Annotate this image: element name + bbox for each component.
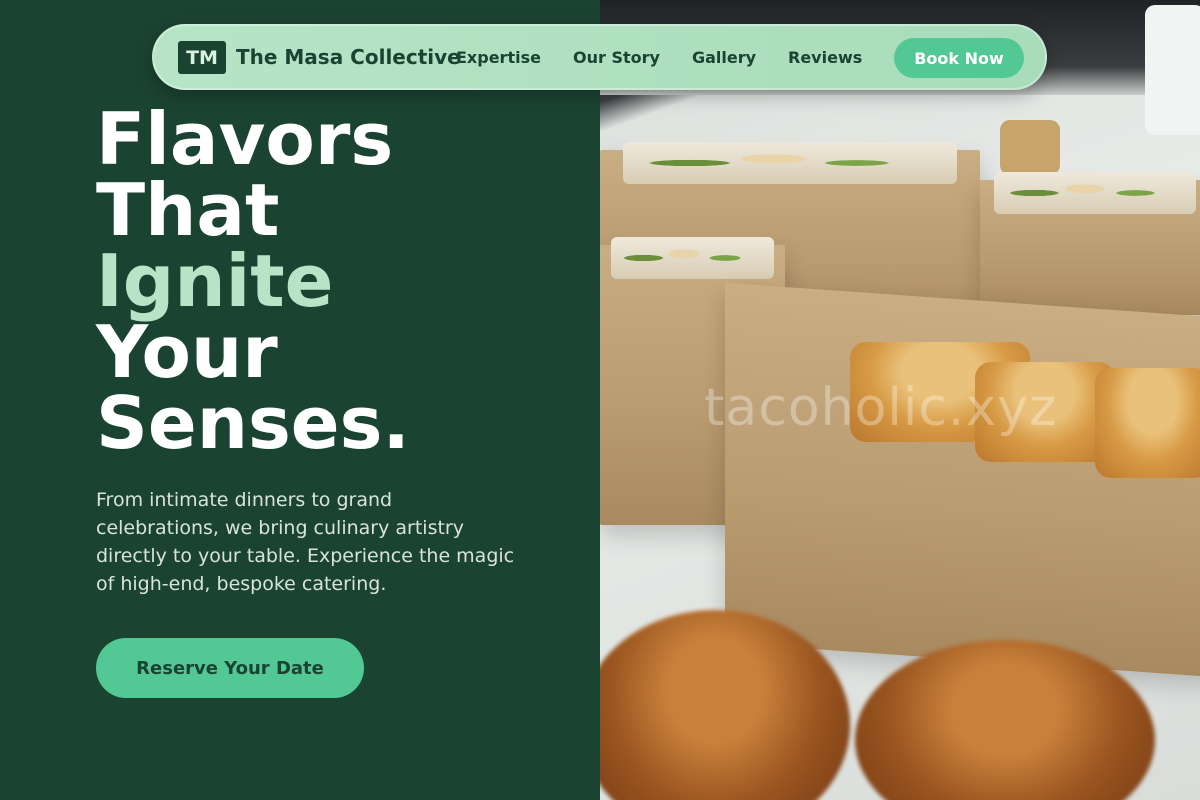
photo-cup bbox=[1000, 120, 1060, 175]
nav-link-reviews[interactable]: Reviews bbox=[788, 48, 862, 67]
headline-line-5: Senses. bbox=[96, 381, 410, 465]
nav-link-expertise[interactable]: Expertise bbox=[456, 48, 541, 67]
top-navbar: TM The Masa Collective Expertise Our Sto… bbox=[152, 24, 1047, 90]
headline-line-3-accent: Ignite bbox=[96, 239, 334, 323]
brand-name[interactable]: The Masa Collective bbox=[236, 45, 461, 69]
headline-line-4: Your bbox=[96, 310, 278, 394]
image-watermark: tacoholic.xyz bbox=[704, 378, 1058, 438]
nav-link-gallery[interactable]: Gallery bbox=[692, 48, 756, 67]
photo-glass bbox=[1145, 5, 1200, 135]
hero-food-photo: tacoholic.xyz bbox=[600, 0, 1200, 800]
nav-link-our-story[interactable]: Our Story bbox=[573, 48, 660, 67]
photo-sandwich-3 bbox=[1095, 368, 1200, 478]
headline-line-1: Flavors bbox=[96, 97, 394, 181]
headline-line-2: That bbox=[96, 168, 280, 252]
book-now-button[interactable]: Book Now bbox=[894, 38, 1024, 78]
hero-headline: Flavors That Ignite Your Senses. bbox=[96, 97, 410, 465]
logo-mark[interactable]: TM bbox=[178, 41, 226, 74]
photo-box-back-right bbox=[980, 172, 1200, 315]
reserve-date-button[interactable]: Reserve Your Date bbox=[96, 638, 364, 698]
hero-description: From intimate dinners to grand celebrati… bbox=[96, 489, 515, 595]
